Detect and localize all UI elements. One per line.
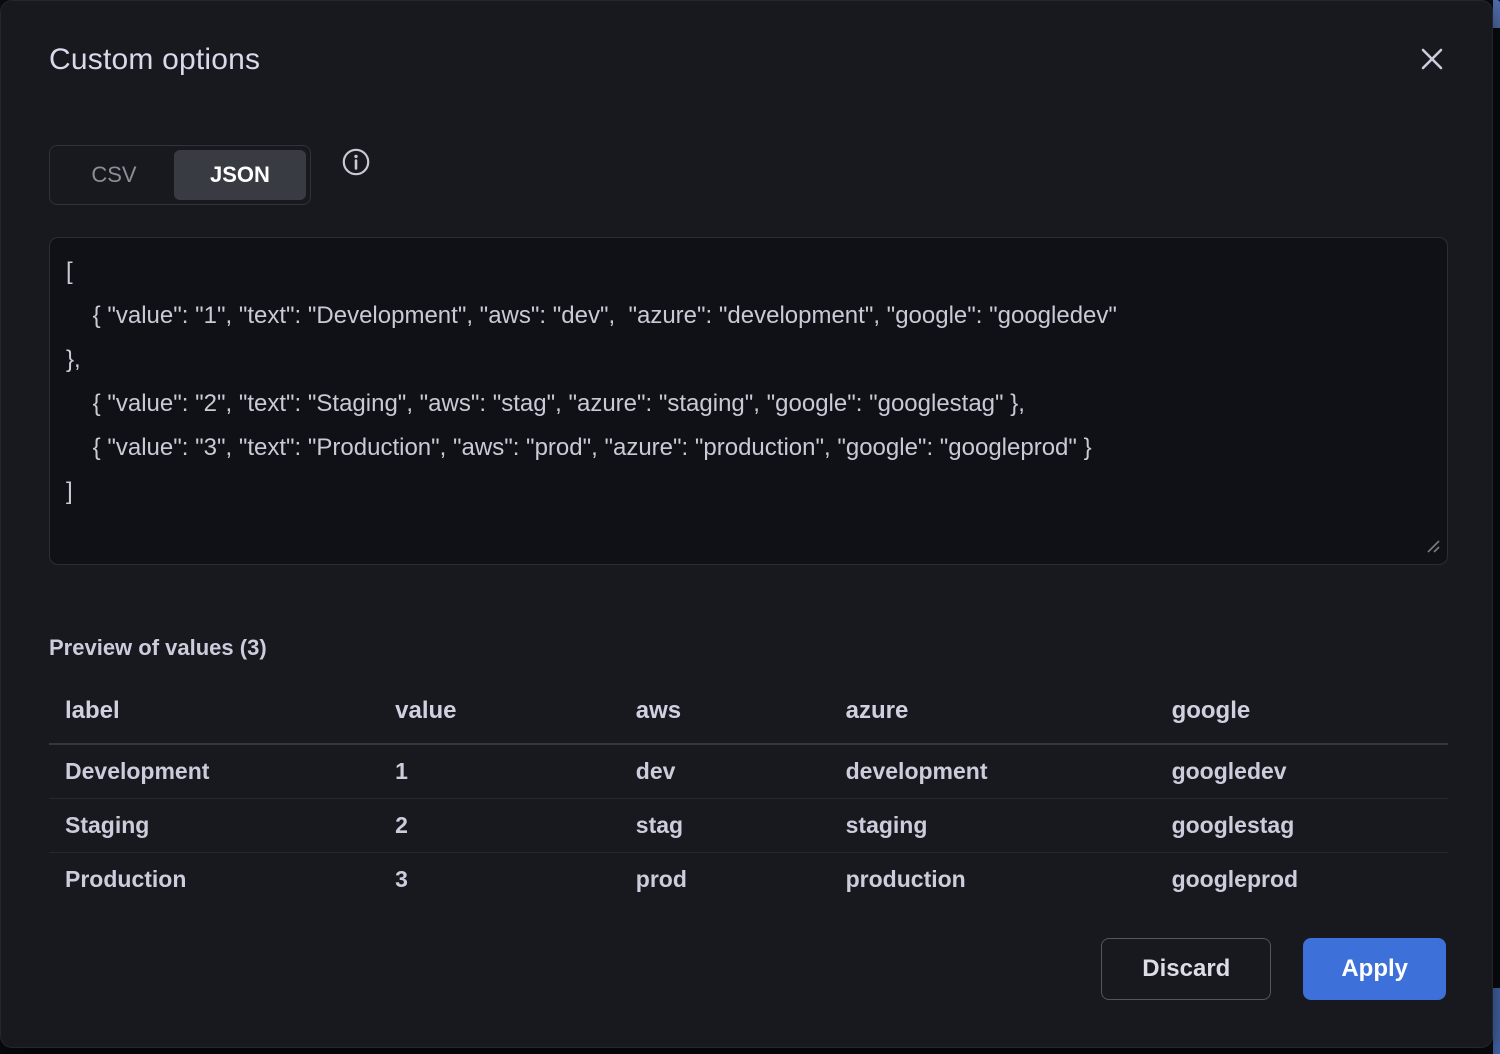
json-editor-container: [ { "value": "1", "text": "Development",… <box>49 237 1446 565</box>
column-header-value: value <box>379 681 620 744</box>
column-header-google: google <box>1156 681 1448 744</box>
table-cell: staging <box>830 799 1156 853</box>
close-icon <box>1418 45 1446 73</box>
table-row: Development1devdevelopmentgoogledev <box>49 744 1448 799</box>
table-header-row: labelvalueawsazuregoogle <box>49 681 1448 744</box>
preview-table: labelvalueawsazuregoogle Development1dev… <box>49 681 1448 906</box>
background-page-sliver-top <box>1493 0 1500 28</box>
custom-options-modal: Custom options CSV JSON [ { "value": "1"… <box>0 0 1493 1048</box>
table-cell: googlestag <box>1156 799 1448 853</box>
page-title: Custom options <box>49 43 1446 77</box>
discard-button[interactable]: Discard <box>1101 938 1271 1000</box>
format-option-csv[interactable]: CSV <box>54 150 174 200</box>
table-cell: 2 <box>379 799 620 853</box>
preview-heading: Preview of values (3) <box>49 635 1446 661</box>
table-cell: dev <box>620 744 830 799</box>
close-button[interactable] <box>1414 41 1450 77</box>
apply-button[interactable]: Apply <box>1303 938 1446 1000</box>
table-cell: Production <box>49 853 379 907</box>
table-row: Staging2stagstaginggooglestag <box>49 799 1448 853</box>
table-cell: Staging <box>49 799 379 853</box>
table-cell: stag <box>620 799 830 853</box>
column-header-azure: azure <box>830 681 1156 744</box>
table-cell: Development <box>49 744 379 799</box>
format-option-json[interactable]: JSON <box>174 150 306 200</box>
table-cell: 1 <box>379 744 620 799</box>
table-cell: googledev <box>1156 744 1448 799</box>
modal-header: Custom options <box>49 43 1446 77</box>
background-page-sliver-bottom <box>1493 988 1500 1054</box>
format-toggle-row: CSV JSON <box>49 145 1446 205</box>
preview-table-body: Development1devdevelopmentgoogledevStagi… <box>49 744 1448 906</box>
table-cell: 3 <box>379 853 620 907</box>
column-header-aws: aws <box>620 681 830 744</box>
table-cell: development <box>830 744 1156 799</box>
format-radio-group: CSV JSON <box>49 145 311 205</box>
table-row: Production3prodproductiongoogleprod <box>49 853 1448 907</box>
table-cell: production <box>830 853 1156 907</box>
custom-options-textarea[interactable]: [ { "value": "1", "text": "Development",… <box>49 237 1448 565</box>
modal-footer: Discard Apply <box>49 938 1446 1000</box>
table-cell: prod <box>620 853 830 907</box>
column-header-label: label <box>49 681 379 744</box>
table-cell: googleprod <box>1156 853 1448 907</box>
info-icon[interactable] <box>341 147 371 177</box>
